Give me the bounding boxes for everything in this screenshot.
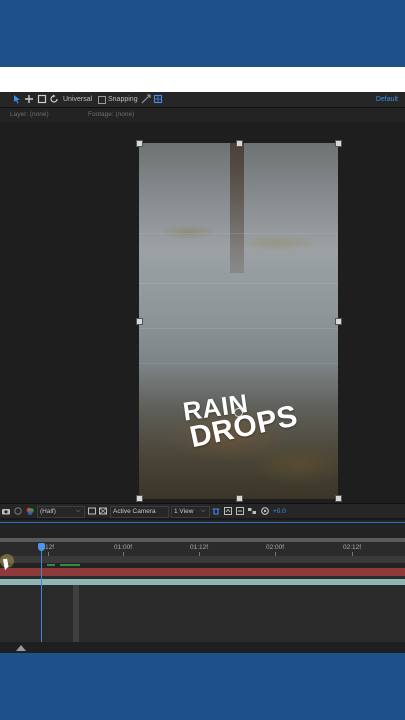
rotate-tool-icon[interactable] [49, 94, 59, 104]
cache-indicator [60, 564, 80, 566]
transform-handle-top[interactable] [236, 140, 243, 147]
transform-handle-top-right[interactable] [335, 140, 342, 147]
camera-value: Active Camera [113, 508, 156, 515]
current-time-indicator-line[interactable] [41, 544, 42, 642]
transform-handle-top-left[interactable] [136, 140, 143, 147]
anchor-point-icon[interactable] [234, 408, 243, 417]
exposure-reset-icon[interactable] [260, 506, 270, 516]
snap-edges-icon[interactable] [141, 94, 151, 104]
zoom-mountain-icon[interactable] [16, 644, 26, 651]
resolution-value: (Half) [40, 508, 56, 515]
current-time-indicator-icon[interactable] [38, 543, 45, 551]
transparency-grid-icon[interactable] [98, 506, 108, 516]
timeline-footer [0, 642, 405, 653]
transform-handle-bottom-left[interactable] [136, 495, 143, 502]
transform-handle-left[interactable] [136, 318, 143, 325]
work-area-bar[interactable] [0, 556, 405, 563]
panel-divider[interactable] [0, 518, 405, 520]
viewer-tabs-row: Layer: (none) Footage: (none) [0, 108, 405, 121]
water-ripple [139, 363, 338, 364]
color-channels-icon[interactable] [25, 506, 35, 516]
bottom-frame-band [0, 653, 405, 720]
reflection-post [230, 143, 244, 273]
cache-indicator [47, 564, 55, 566]
ruler-label: 12f [45, 544, 55, 551]
layer-tab[interactable]: Layer: (none) [10, 109, 49, 120]
footage-tab[interactable]: Footage: (none) [88, 109, 134, 120]
fast-previews-icon[interactable] [223, 506, 233, 516]
chevron-down-icon: ⌵ [201, 508, 206, 514]
white-header-strip [0, 67, 405, 92]
snapshot-camera-icon[interactable] [1, 506, 11, 516]
snap-features-icon[interactable] [153, 94, 163, 104]
timeline-link-icon[interactable] [235, 506, 245, 516]
layer-bar-red[interactable] [0, 568, 405, 576]
water-ripple [139, 328, 338, 329]
time-ruler[interactable]: 12f 01:00f 01:12f 02:00f 02:12f [0, 542, 405, 556]
timeline-tracks-area[interactable] [0, 585, 405, 642]
selection-tool-icon[interactable] [12, 94, 22, 104]
show-snapshot-icon[interactable] [13, 506, 23, 516]
transform-handle-right[interactable] [335, 318, 342, 325]
axis-mode-label[interactable]: Universal [63, 94, 92, 105]
water-ripple [139, 283, 338, 284]
chevron-down-icon: ⌵ [76, 508, 81, 514]
hand-tool-icon[interactable] [24, 94, 34, 104]
transform-handle-bottom[interactable] [236, 495, 243, 502]
time-marker-column [73, 585, 79, 642]
water-ripple [139, 233, 338, 234]
zoom-tool-icon[interactable] [37, 94, 47, 104]
snapping-label: Snapping [108, 96, 138, 103]
timeline-panel-highlight [0, 522, 405, 523]
exposure-value[interactable]: +0.0 [273, 506, 286, 517]
tools-toolbar: Universal Snapping Default [0, 92, 405, 108]
flowchart-icon[interactable] [247, 506, 257, 516]
toggle-pixel-aspect-icon[interactable] [211, 506, 221, 516]
viewer-control-bar: (Half) ⌵ Active Camera 1 View ⌵ +0.0 [0, 503, 405, 519]
region-of-interest-icon[interactable] [87, 506, 97, 516]
workspace-default-label[interactable]: Default [376, 94, 398, 105]
snapping-checkbox[interactable] [98, 96, 106, 104]
after-effects-window: Universal Snapping Default Layer: (none)… [0, 92, 405, 653]
transform-handle-bottom-right[interactable] [335, 495, 342, 502]
top-frame-band [0, 0, 405, 67]
view-layout-value: 1 View [174, 508, 194, 515]
